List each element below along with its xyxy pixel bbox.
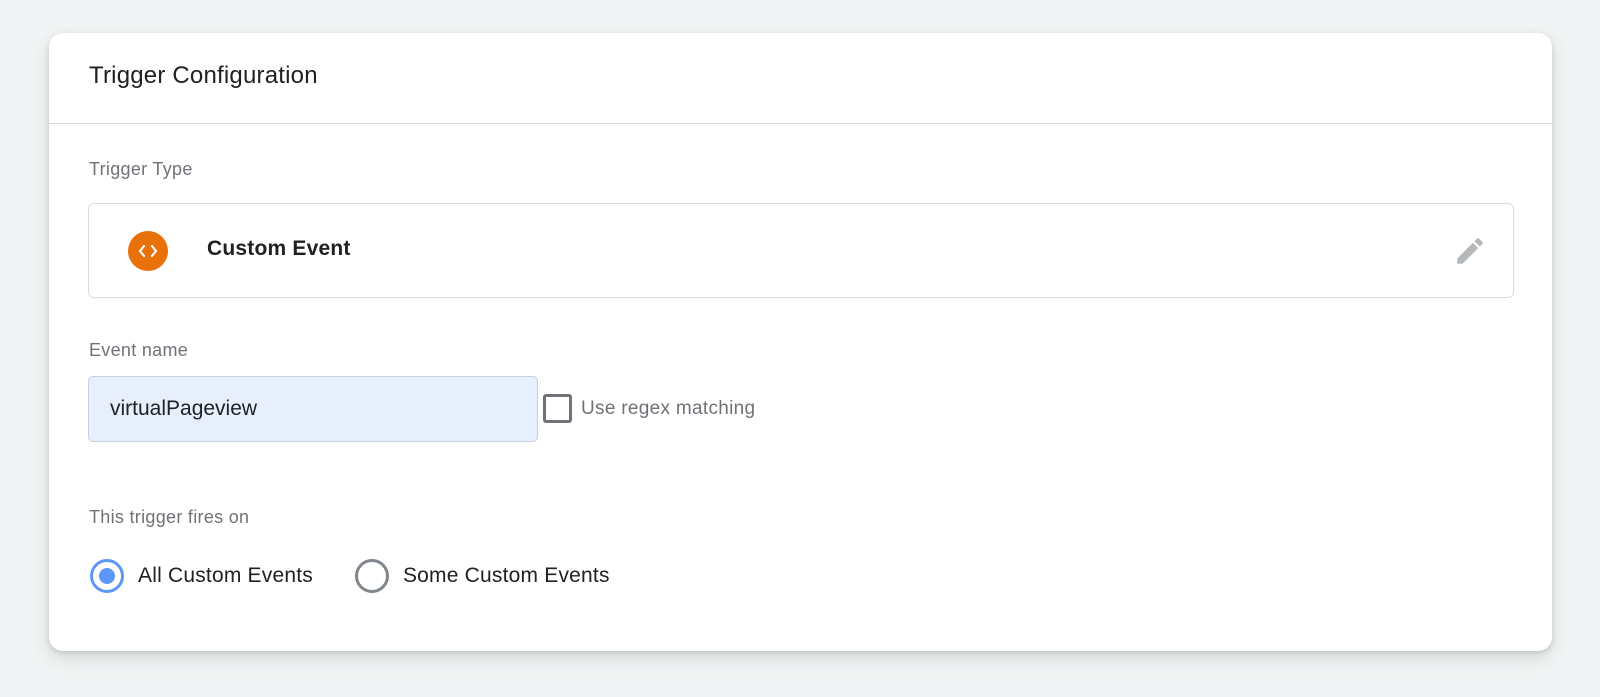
radio-label-some: Some Custom Events: [402, 564, 610, 587]
event-name-label: Event name: [89, 340, 189, 360]
radio-some-custom-events[interactable]: Some Custom Events: [354, 559, 610, 593]
radio-button-unchecked[interactable]: [354, 559, 389, 593]
code-brackets-icon: [128, 231, 168, 271]
regex-checkbox[interactable]: [543, 394, 572, 423]
radio-button-checked[interactable]: [90, 559, 124, 593]
trigger-type-box[interactable]: Custom Event: [88, 203, 1514, 298]
regex-matching-label: Use regex matching: [581, 397, 756, 419]
event-name-input[interactable]: [88, 376, 538, 442]
fires-on-label: This trigger fires on: [89, 507, 250, 527]
trigger-configuration-card: Trigger Configuration Trigger Type Custo…: [49, 33, 1552, 651]
radio-all-custom-events[interactable]: All Custom Events: [90, 559, 313, 593]
trigger-type-name: Custom Event: [207, 237, 351, 260]
radio-dot: [99, 568, 115, 584]
card-title: Trigger Configuration: [89, 62, 318, 89]
pencil-icon[interactable]: [1453, 234, 1487, 268]
regex-matching-option[interactable]: Use regex matching: [543, 394, 755, 423]
trigger-type-label: Trigger Type: [89, 159, 193, 179]
fires-on-radio-group: All Custom Events Some Custom Events: [90, 559, 610, 593]
radio-label-all: All Custom Events: [138, 564, 313, 587]
card-header: Trigger Configuration: [49, 33, 1552, 124]
